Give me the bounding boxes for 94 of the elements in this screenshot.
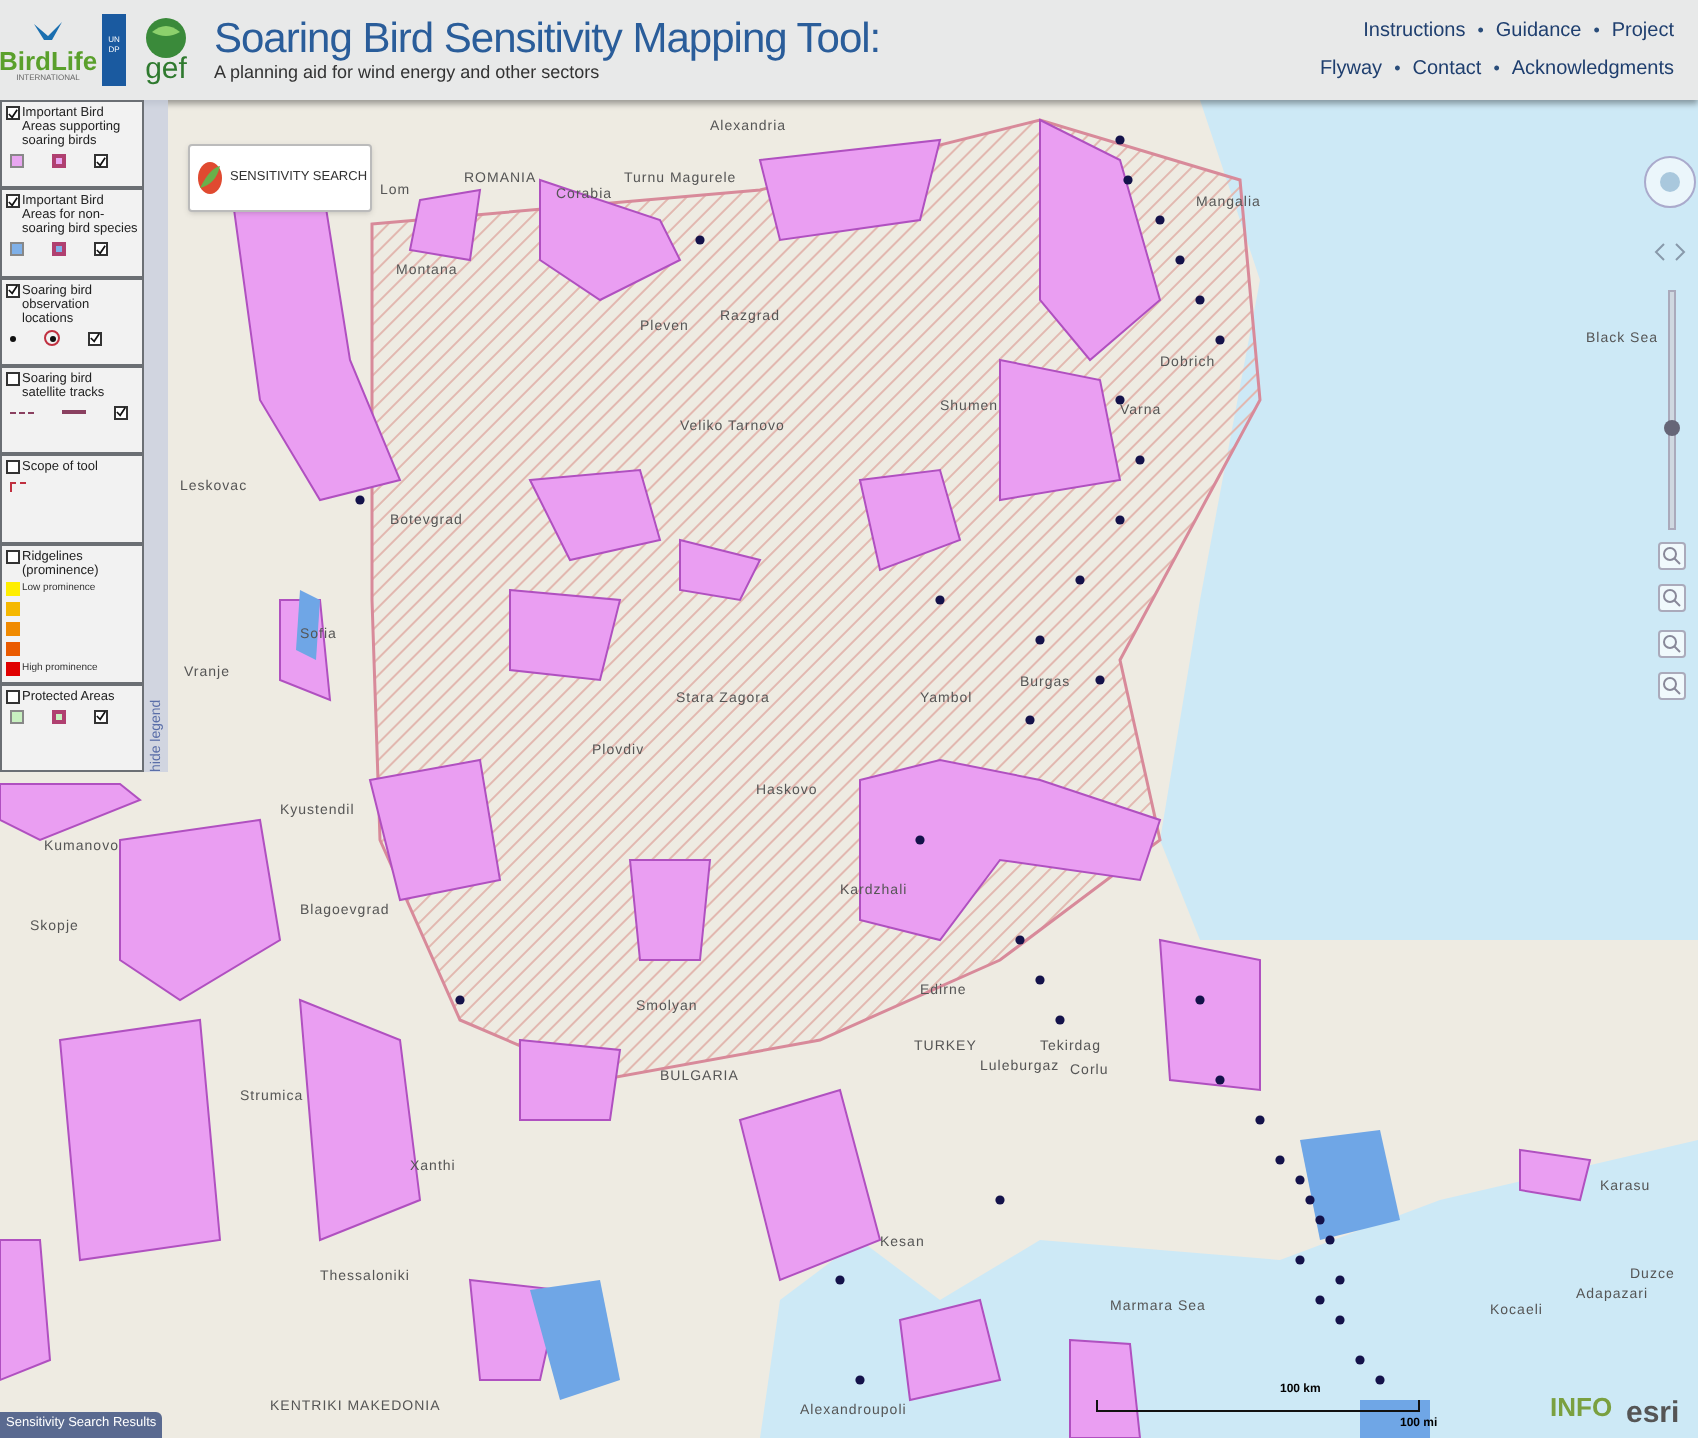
observation-point (1055, 1015, 1065, 1025)
legend-swatch (52, 242, 66, 257)
separator-dot: • (1593, 22, 1600, 40)
app-title: Soaring Bird Sensitivity Mapping Tool: (214, 18, 881, 60)
leaf-icon (196, 160, 224, 196)
observation-point (1115, 515, 1125, 525)
bird-area (368, 758, 502, 902)
logo-text: BirdLife (0, 47, 98, 73)
observation-point (1075, 575, 1085, 585)
nav-link[interactable]: Instructions (1363, 21, 1466, 41)
observation-point (1155, 215, 1165, 225)
nav-link[interactable]: Acknowledgments (1511, 59, 1674, 79)
checkbox[interactable] (6, 106, 20, 120)
bird-area (1519, 1148, 1592, 1202)
observation-point (1095, 675, 1105, 685)
bird-area (1069, 1338, 1142, 1438)
checkbox[interactable] (6, 283, 20, 298)
checkbox[interactable] (94, 709, 108, 724)
observation-point (1315, 1215, 1325, 1225)
observation-point (1375, 1375, 1385, 1385)
observation-point (915, 835, 925, 845)
bird-area (0, 1239, 52, 1382)
bird-area (898, 1298, 1002, 1402)
observation-point (1315, 1295, 1325, 1305)
bird-area (519, 1038, 622, 1121)
observation-point (1015, 935, 1025, 945)
checkbox[interactable] (94, 242, 108, 257)
checkbox[interactable] (6, 549, 20, 564)
observation-point (1275, 1155, 1285, 1165)
water-area (1300, 1130, 1400, 1240)
observation-point (1123, 175, 1133, 185)
observation-point (1335, 1275, 1345, 1285)
separator-dot: • (1493, 60, 1500, 78)
scope-symbol-icon (10, 482, 26, 493)
point-symbol-icon (10, 335, 16, 342)
observation-point (1135, 455, 1145, 465)
checkbox[interactable] (114, 405, 128, 420)
basemap-icon[interactable] (1658, 672, 1686, 700)
info-logo: INFO (1550, 1394, 1613, 1420)
legend-swatch (52, 709, 66, 724)
observation-point (1175, 255, 1185, 265)
observation-point (1295, 1255, 1305, 1265)
observation-point (1215, 1075, 1225, 1085)
observation-point (995, 1195, 1005, 1205)
esri-logo: esri (1626, 1398, 1680, 1428)
observation-point (1195, 995, 1205, 1005)
checkbox[interactable] (6, 689, 20, 704)
observation-point (1335, 1315, 1345, 1325)
legend-swatch (52, 154, 66, 168)
observation-point (1215, 335, 1225, 345)
checkbox[interactable] (94, 154, 108, 168)
track-line-icon (62, 410, 86, 415)
water-area (530, 1280, 620, 1400)
observation-point (1115, 395, 1125, 405)
nav-link[interactable]: Project (1611, 21, 1674, 41)
bird-area (509, 588, 622, 682)
logo-text: gef (145, 54, 187, 84)
zoom-slider[interactable] (1668, 290, 1676, 530)
observation-point (1305, 1195, 1315, 1205)
separator-dot: • (1477, 22, 1484, 40)
zoom-in-icon[interactable] (1658, 584, 1686, 612)
observation-point (935, 595, 945, 605)
globe-icon (144, 16, 188, 60)
observation-point (1025, 715, 1035, 725)
locate-icon[interactable] (1658, 542, 1686, 570)
observation-point (355, 495, 365, 505)
track-line-icon (10, 411, 34, 414)
bird-area (858, 468, 962, 572)
observation-point (1035, 975, 1045, 985)
observation-point (1295, 1175, 1305, 1185)
checkbox[interactable] (6, 460, 20, 475)
observation-point (1255, 1115, 1265, 1125)
nav-link[interactable]: Flyway (1319, 59, 1383, 79)
observation-point (455, 995, 465, 1005)
observation-point (695, 235, 705, 245)
point-symbol-icon (44, 330, 60, 347)
observation-point (1115, 135, 1125, 145)
app-subtitle: A planning aid for wind energy and other sectors (214, 64, 602, 82)
observation-point (1195, 295, 1205, 305)
bird-area (679, 538, 762, 602)
bird-area (528, 468, 662, 562)
checkbox[interactable] (6, 371, 20, 386)
zoom-out-icon[interactable] (1658, 630, 1686, 658)
separator-dot: • (1394, 60, 1401, 78)
bird-area (408, 188, 482, 262)
observation-point (1035, 635, 1045, 645)
observation-point (1355, 1355, 1365, 1365)
observation-point (855, 1375, 865, 1385)
nav-link[interactable]: Guidance (1495, 21, 1582, 41)
observation-point (1325, 1235, 1335, 1245)
checkbox[interactable] (88, 331, 102, 346)
observation-point (835, 1275, 845, 1285)
checkbox[interactable] (6, 194, 20, 209)
nav-link[interactable]: Contact (1412, 59, 1482, 79)
